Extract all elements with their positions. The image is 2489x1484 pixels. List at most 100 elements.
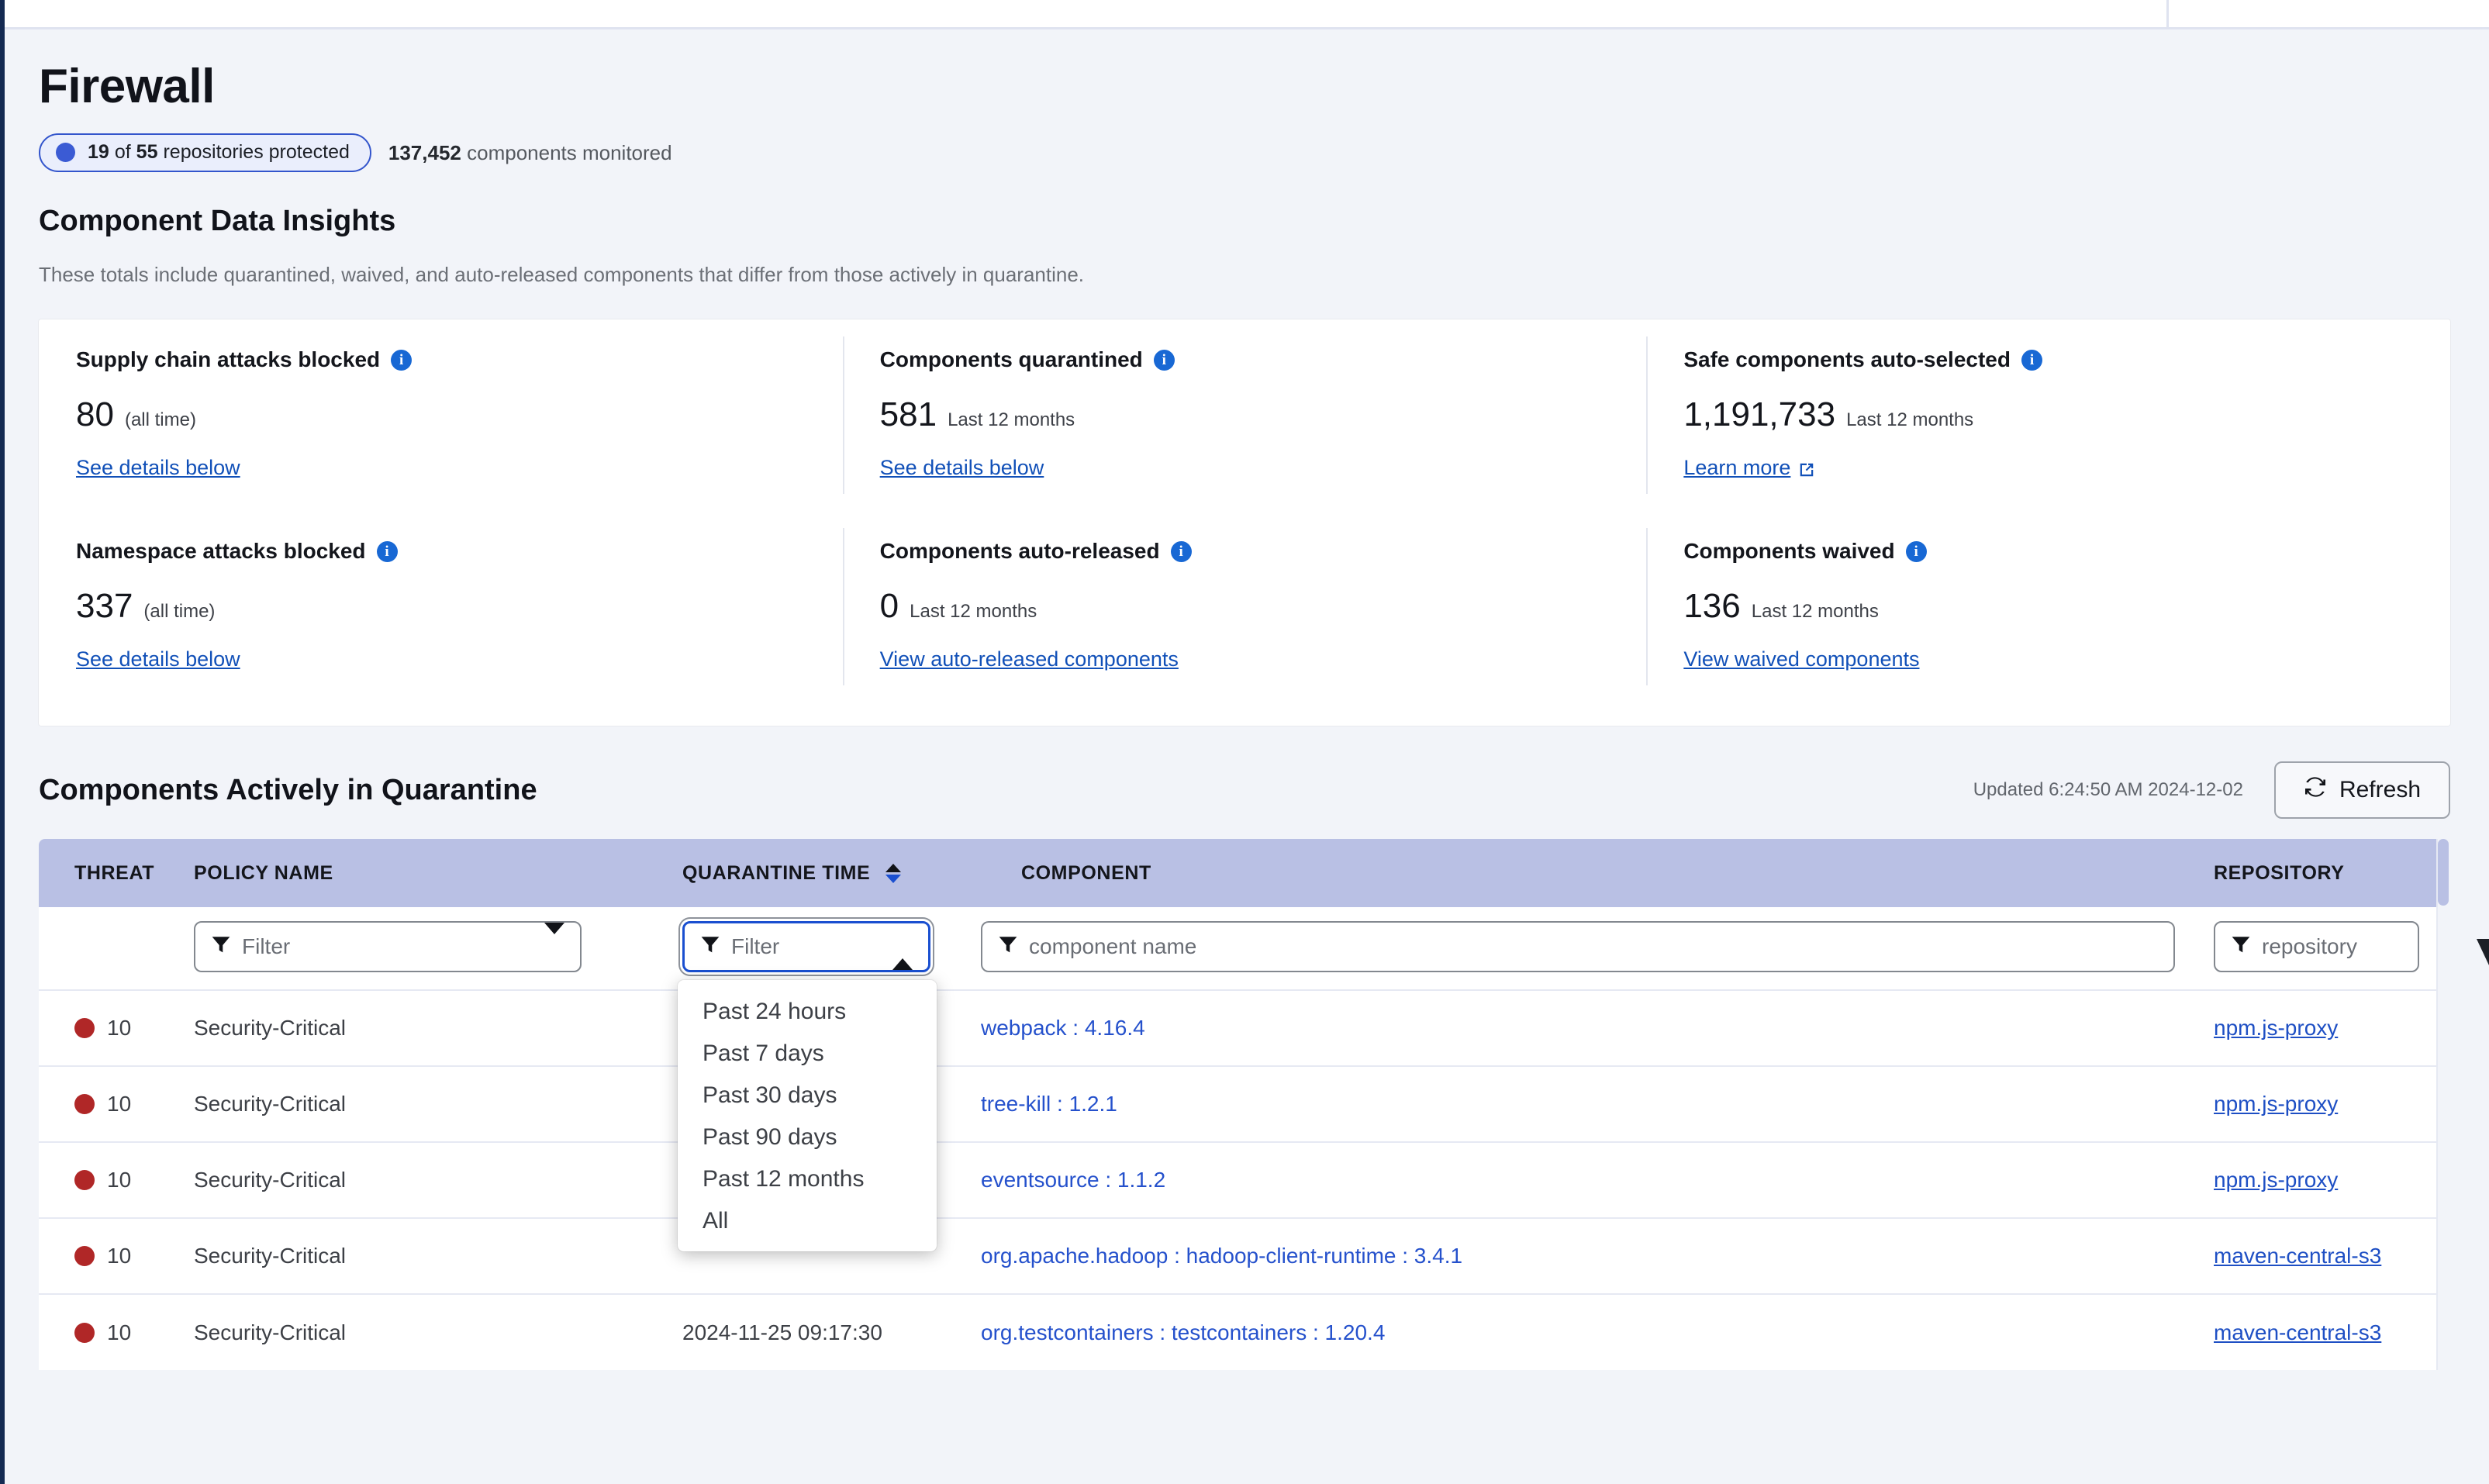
stat-title-text: Components quarantined — [879, 347, 1143, 372]
sort-toggle-icon[interactable] — [885, 864, 901, 884]
components-monitored: 137,452 components monitored — [388, 141, 672, 165]
column-header-threat[interactable]: THREAT — [39, 839, 194, 908]
dropdown-option-past-12-months[interactable]: Past 12 months — [678, 1158, 937, 1200]
threat-severity-dot-icon — [74, 1170, 95, 1191]
column-header-quarantine-time-label: QUARANTINE TIME — [682, 861, 871, 884]
insights-panel: Supply chain attacks blocked i 80 (all t… — [39, 319, 2450, 726]
table-filter-row: Filter Filter Past 24 hours Past 7 days … — [39, 907, 2450, 1252]
repository-filter-input[interactable]: repository — [2214, 921, 2419, 973]
table-row[interactable]: 10 Security-Critical 2024-11-25 09:17:30… — [39, 1293, 2450, 1371]
insights-subtitle: These totals include quarantined, waived… — [39, 263, 1085, 287]
quarantine-title: Components Actively in Quarantine — [39, 773, 537, 806]
pill-of-text: of — [114, 141, 131, 164]
stat-value-row: 337 (all time) — [76, 587, 806, 626]
scrollbar-thumb[interactable] — [2438, 839, 2449, 906]
stat-period: Last 12 months — [1751, 601, 1879, 623]
repository-link[interactable]: npm.js-proxy — [2214, 1016, 2338, 1040]
sort-descending-icon — [885, 875, 901, 884]
quarantine-time-dropdown-menu[interactable]: Past 24 hours Past 7 days Past 30 days P… — [678, 980, 937, 1252]
threat-score: 10 — [107, 1244, 132, 1268]
stat-link-learn-more[interactable]: Learn more — [1683, 456, 1815, 480]
stat-link-see-details-below[interactable]: See details below — [880, 456, 1044, 480]
info-icon[interactable]: i — [1153, 349, 1175, 371]
table-row[interactable]: 10 Security-Critical webpack : 4.16.4 np… — [39, 989, 2450, 1067]
external-link-icon — [1798, 460, 1815, 477]
filter-cell-component: component name — [981, 907, 2214, 991]
insights-title: Component Data Insights — [39, 205, 396, 238]
component-link[interactable]: webpack : 4.16.4 — [981, 1016, 1145, 1040]
repository-link[interactable]: npm.js-proxy — [2214, 1092, 2338, 1116]
stat-value: 337 — [76, 587, 133, 626]
threat-severity-dot-icon — [74, 1322, 95, 1343]
dropdown-option-past-7-days[interactable]: Past 7 days — [678, 1033, 937, 1075]
left-nav-rail — [0, 0, 5, 1484]
repository-placeholder: repository — [2262, 934, 2357, 959]
component-name-filter-input[interactable]: component name — [981, 921, 2175, 973]
policy-name-filter-dropdown[interactable]: Filter — [194, 921, 582, 973]
component-link[interactable]: tree-kill : 1.2.1 — [981, 1092, 1117, 1116]
stat-value: 0 — [879, 587, 899, 626]
stat-title: Components auto-released i — [880, 539, 1610, 564]
quarantine-time-filter-dropdown[interactable]: Filter — [682, 921, 930, 973]
page-content: Firewall 19 of 55 repositories protected… — [0, 32, 2489, 1484]
dropdown-option-past-24-hours[interactable]: Past 24 hours — [678, 991, 937, 1033]
table-row[interactable]: 10 Security-Critical org.apache.hadoop :… — [39, 1217, 2450, 1295]
column-header-quarantine-time[interactable]: QUARANTINE TIME COMPONENT — [682, 839, 2214, 908]
table-row[interactable]: 10 Security-Critical tree-kill : 1.2.1 n… — [39, 1065, 2450, 1143]
stat-link-view-waived-components[interactable]: View waived components — [1683, 647, 1919, 671]
info-icon[interactable]: i — [1170, 540, 1192, 562]
stat-title-text: Safe components auto-selected — [1683, 347, 2011, 372]
stat-period: Last 12 months — [1846, 409, 1974, 431]
sort-ascending-icon — [885, 864, 901, 873]
cell-repository: npm.js-proxy — [2214, 1141, 2450, 1219]
chevron-down-icon — [544, 923, 564, 959]
refresh-button[interactable]: Refresh — [2273, 761, 2450, 820]
dropdown-option-past-30-days[interactable]: Past 30 days — [678, 1075, 937, 1116]
component-link[interactable]: eventsource : 1.1.2 — [981, 1168, 1165, 1192]
info-icon[interactable]: i — [2021, 349, 2042, 371]
stat-value-row: 1,191,733 Last 12 months — [1683, 395, 2413, 434]
stat-card-safe-components-auto-selected: Safe components auto-selected i 1,191,73… — [1646, 319, 2450, 511]
monitored-count: 137,452 — [388, 140, 461, 164]
table-vertical-scrollbar[interactable] — [2436, 839, 2450, 1371]
column-header-policy-name[interactable]: POLICY NAME — [194, 839, 682, 908]
updated-timestamp: Updated 6:24:50 AM 2024-12-02 — [1973, 779, 2243, 801]
chevron-up-icon — [892, 934, 913, 971]
page-scroll-indicator[interactable] — [2477, 939, 2489, 965]
stat-card-namespace-attacks-blocked: Namespace attacks blocked i 337 (all tim… — [39, 511, 843, 702]
cell-component: org.testcontainers : testcontainers : 1.… — [981, 1293, 2214, 1371]
info-icon[interactable]: i — [376, 540, 398, 562]
table-body: Filter Filter Past 24 hours Past 7 days … — [39, 907, 2450, 1371]
filter-funnel-icon — [998, 934, 1018, 960]
table-row[interactable]: 10 Security-Critical eventsource : 1.1.2… — [39, 1141, 2450, 1219]
stat-link-see-details-below[interactable]: See details below — [76, 647, 240, 671]
info-icon[interactable]: i — [1905, 540, 1927, 562]
stat-title-text: Supply chain attacks blocked — [76, 347, 381, 372]
cell-threat: 10 — [39, 1141, 194, 1219]
dropdown-option-all[interactable]: All — [678, 1200, 937, 1242]
stat-value: 581 — [879, 395, 937, 434]
repository-link[interactable]: npm.js-proxy — [2214, 1168, 2338, 1192]
stat-card-components-auto-released: Components auto-released i 0 Last 12 mon… — [842, 511, 1647, 702]
table-header-row: THREAT POLICY NAME QUARANTINE TIME COMPO… — [39, 839, 2450, 908]
quarantine-section-header: Components Actively in Quarantine Update… — [39, 761, 2450, 820]
component-link[interactable]: org.testcontainers : testcontainers : 1.… — [981, 1320, 1385, 1344]
component-link[interactable]: org.apache.hadoop : hadoop-client-runtim… — [981, 1244, 1462, 1268]
stat-link-view-auto-released-components[interactable]: View auto-released components — [880, 647, 1179, 671]
cell-policy-name: Security-Critical — [194, 989, 682, 1067]
quarantine-header-actions: Updated 6:24:50 AM 2024-12-02 Refresh — [1973, 761, 2450, 820]
stat-title: Components waived i — [1683, 539, 2413, 564]
column-header-repository[interactable]: REPOSITORY — [2214, 839, 2450, 908]
insights-grid: Supply chain attacks blocked i 80 (all t… — [39, 319, 2450, 702]
info-icon[interactable]: i — [391, 349, 413, 371]
dropdown-option-past-90-days[interactable]: Past 90 days — [678, 1116, 937, 1158]
filter-cell-threat — [39, 907, 194, 991]
stat-link-see-details-below[interactable]: See details below — [76, 456, 240, 480]
stat-title: Components quarantined i — [880, 347, 1610, 372]
stat-period: Last 12 months — [948, 409, 1075, 431]
stat-value: 1,191,733 — [1683, 395, 1836, 434]
repository-link[interactable]: maven-central-s3 — [2214, 1320, 2381, 1344]
total-count: 55 — [136, 141, 158, 164]
stat-link-label: See details below — [76, 456, 240, 480]
repository-link[interactable]: maven-central-s3 — [2214, 1244, 2381, 1268]
